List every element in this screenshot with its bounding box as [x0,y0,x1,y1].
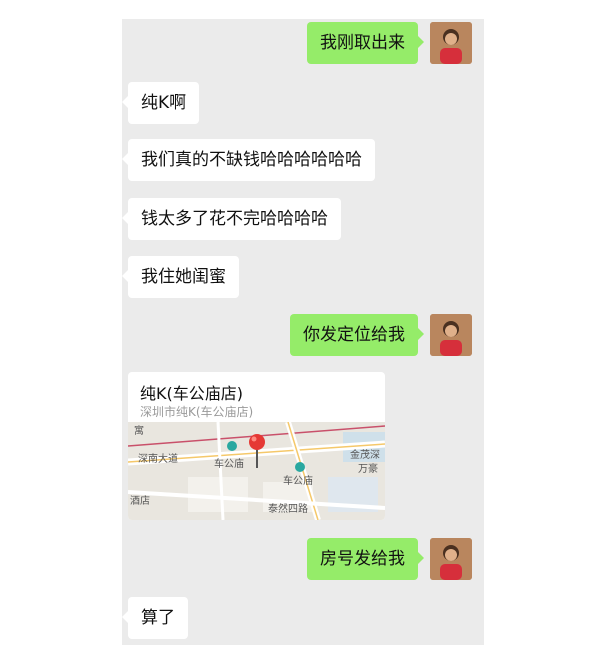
svg-text:车公庙: 车公庙 [283,474,313,487]
message-row: 纯K啊 [121,82,484,124]
message-bubble-in[interactable]: 我住她闺蜜 [122,256,239,298]
svg-text:深南大道: 深南大道 [138,452,178,465]
svg-text:万豪: 万豪 [358,462,378,475]
message-bubble-in[interactable]: 我们真的不缺钱哈哈哈哈哈哈 [122,139,375,181]
message-row: 房号发给我 [122,538,484,580]
location-map[interactable]: 寓 深南大道 车公庙 车公庙 金茂深 万豪 泰然四路 酒店 [128,422,385,520]
svg-text:金茂深: 金茂深 [350,448,380,461]
location-address: 深圳市纯K(车公庙店) [140,405,254,419]
message-row: 钱太多了花不完哈哈哈哈 [122,198,484,240]
message-bubble-out[interactable]: 房号发给我 [307,538,424,580]
svg-text:泰然四路: 泰然四路 [268,502,308,515]
location-card[interactable]: 纯K(车公庙店) 深圳市纯K(车公庙店) 寓 深南大道 车公庙 车公庙 金茂深 … [128,372,385,520]
message-bubble-out[interactable]: 你发定位给我 [290,314,424,356]
message-row: 你发定位给我 [122,314,484,356]
message-row: 我刚取出来 [122,22,484,64]
message-bubble-in[interactable]: 纯K啊 [121,82,200,124]
svg-text:车公庙: 车公庙 [214,457,244,470]
message-bubble-in[interactable]: 钱太多了花不完哈哈哈哈 [122,198,341,240]
message-row: 算了 [122,597,484,639]
avatar[interactable] [430,22,472,64]
message-bubble-in[interactable]: 算了 [122,597,188,639]
svg-text:寓: 寓 [134,424,144,437]
chat-area: 我刚取出来 纯K啊 我们真的不缺钱哈哈哈哈哈哈 钱太多了花不完哈哈哈哈 我住她闺… [121,19,484,645]
message-row: 我们真的不缺钱哈哈哈哈哈哈 [122,139,484,181]
location-title: 纯K(车公庙店) [140,384,243,403]
message-bubble-out[interactable]: 我刚取出来 [307,22,424,64]
avatar[interactable] [430,538,472,580]
avatar[interactable] [430,314,472,356]
message-row: 我住她闺蜜 [122,256,484,298]
svg-text:酒店: 酒店 [130,494,150,507]
